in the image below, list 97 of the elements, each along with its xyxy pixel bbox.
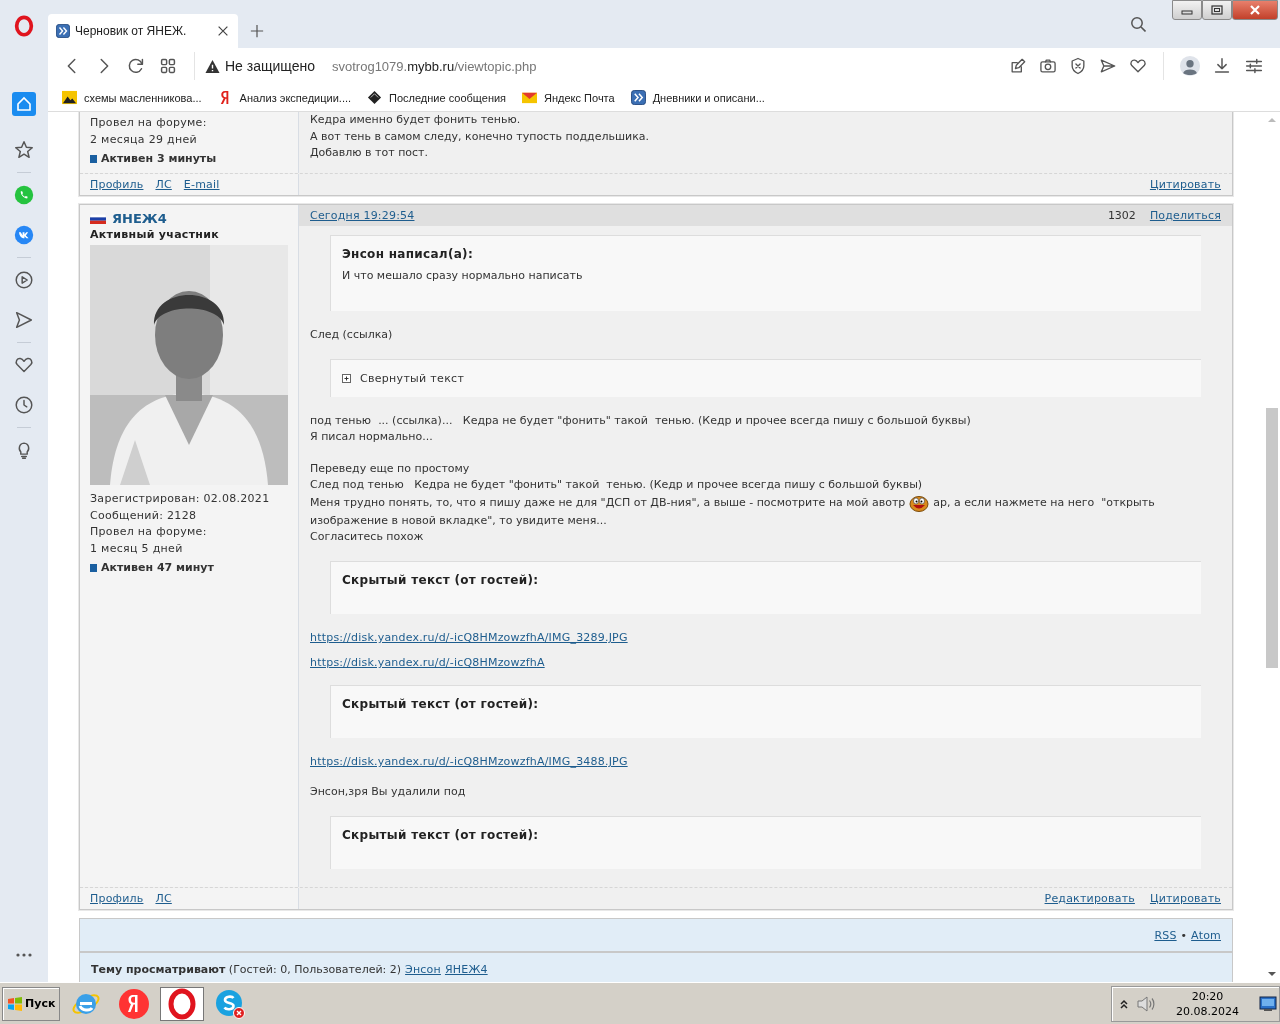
link[interactable]: Цитировать — [1149, 892, 1221, 905]
skype-icon — [214, 987, 247, 1020]
status-marker — [90, 154, 97, 163]
maximize-button[interactable] — [1202, 0, 1232, 20]
smiley-icon — [909, 494, 930, 512]
viewers-text: Тему просматривают (Гостей: 0, Пользователей: 2) — [91, 962, 402, 976]
feed-link[interactable]: RSS — [1154, 928, 1177, 942]
speaker-icon[interactable] — [1136, 993, 1156, 1014]
taskbar-app[interactable] — [160, 986, 205, 1021]
forum-icon — [56, 24, 70, 38]
clock-icon[interactable] — [13, 394, 35, 416]
bookmark[interactable]: схемы масленникова... — [62, 90, 202, 105]
forum-icon — [630, 90, 646, 105]
user-info-text: Сообщений: 2128 — [90, 507, 198, 524]
post-text: Согласитесь похож — [310, 529, 425, 545]
warning-icon — [205, 58, 220, 74]
post-text: Энсон,зря Вы удалили под — [310, 784, 467, 800]
url-text: svotrog1079.mybb.ru/viewtopic.php — [332, 58, 537, 74]
post-text: Кедра именно будет фонить тенью. — [310, 112, 522, 128]
tab-title: Черновик от ЯНЕЖ. — [75, 24, 188, 38]
link[interactable]: E-mail — [183, 178, 220, 191]
activity-status: Активен 3 минуты — [101, 152, 217, 165]
post-text: Добавлю в тот пост. — [310, 145, 429, 161]
post-number: 1302 — [1107, 209, 1136, 222]
share-link[interactable]: Поделиться — [1149, 209, 1221, 222]
user-link[interactable]: ЯНЕЖ4 — [444, 962, 488, 976]
post-text: А вот тень в самом следу, конечно тупость поддельшика. — [310, 128, 651, 145]
post-text: След (ссылка) — [310, 327, 394, 343]
show-desktop-icon[interactable] — [1259, 995, 1277, 1012]
quote-text: И что мешало сразу нормально написать — [342, 269, 584, 282]
diamond-icon — [367, 90, 383, 105]
windows-logo-icon — [7, 995, 23, 1012]
status-marker — [90, 563, 97, 572]
user-info-text: 2 месяца 29 дней — [90, 131, 198, 148]
hidden-text-title: Скрытый текст (от гостей): — [342, 828, 540, 842]
star-icon[interactable] — [13, 139, 35, 161]
close-icon[interactable] — [216, 24, 230, 38]
flag-icon — [90, 213, 106, 224]
expand-icon — [342, 374, 351, 383]
user-info-text: Провел на форуме: — [90, 524, 208, 540]
user-info-text: 1 месяц 5 дней — [90, 540, 184, 557]
bookmark[interactable]: Последние сообщения — [367, 90, 507, 105]
activity-status: Активен 47 минут — [101, 561, 214, 574]
link[interactable]: Редактировать — [1044, 892, 1135, 905]
restore-icon — [1211, 5, 1223, 15]
link[interactable]: ЛС — [155, 178, 172, 191]
home-icon[interactable] — [12, 92, 36, 116]
user-info-text: Провел на форуме: — [90, 115, 208, 131]
more-icon[interactable] — [15, 952, 33, 958]
scroll-thumb[interactable] — [1265, 408, 1278, 668]
quote-title: Энсон написал(а): — [342, 247, 474, 261]
post-text: Меня трудно понять, то, что я пишу даже не для "ДСП от ДВ-ния", а выше - посмотрите на мой авотр — [310, 495, 906, 511]
hidden-text-title: Скрытый текст (от гостей): — [342, 573, 540, 587]
spoiler-box[interactable]: Свернутый текст — [330, 359, 1201, 397]
yandex-icon — [118, 987, 151, 1020]
scroll-up-icon — [1266, 116, 1277, 124]
url-link[interactable]: https://disk.yandex.ru/d/-icQ8HMzowzfhA — [310, 656, 545, 669]
post-text: изображение в новой вкладке", то увидите меня... — [310, 513, 608, 529]
security-warning: Не защищено — [225, 58, 315, 74]
link[interactable]: Профиль — [90, 178, 144, 191]
send-icon[interactable] — [13, 309, 35, 331]
bookmark[interactable]: Яндекс Почта — [522, 90, 615, 105]
url-link[interactable]: https://disk.yandex.ru/d/-icQ8HMzowzfhA/IMG_3488.JPG — [310, 755, 628, 768]
account-icon[interactable] — [1179, 55, 1201, 77]
vk-icon[interactable] — [13, 224, 35, 246]
hidden-text-title: Скрытый текст (от гостей): — [342, 697, 540, 711]
plus-icon[interactable] — [250, 24, 264, 38]
opera-logo-icon[interactable] — [13, 14, 35, 38]
bookmark[interactable]: Анализ экспедиции.... — [217, 90, 352, 105]
post-date-link[interactable]: Сегодня 19:29:54 — [310, 209, 415, 222]
post-text: Я писал нормально... — [310, 429, 434, 445]
scroll-down-icon — [1266, 970, 1277, 978]
user-info-text: Зарегистрирован: 02.08.2021 — [90, 491, 271, 507]
close-icon — [1249, 5, 1261, 15]
link[interactable]: ЛС — [155, 892, 172, 905]
user-rank: Активный участник — [90, 228, 221, 241]
close-window-button[interactable] — [1232, 0, 1278, 20]
user-link[interactable]: Энсон — [405, 962, 441, 976]
envelope-icon — [522, 90, 538, 105]
search-icon[interactable] — [1130, 16, 1146, 32]
post-text: ар, а если нажмете на него "открыть — [933, 495, 1155, 511]
post-text: След под тенью Кедра не будет "фонить" такой тенью. (Кедр и прочее всегда пишу с большой буквы) — [310, 477, 924, 493]
browser-tab[interactable]: Черновик от ЯНЕЖ. — [48, 14, 238, 48]
address-bar[interactable]: Не защищено svotrog1079.mybb.ru/viewtopic.php — [205, 58, 1003, 74]
link[interactable]: Цитировать — [1149, 178, 1221, 191]
image-icon — [62, 90, 77, 105]
bookmark[interactable]: Дневники и описани... — [630, 90, 765, 105]
start-button[interactable]: Пуск — [2, 986, 61, 1021]
separator-dot: • — [1180, 928, 1188, 942]
link[interactable]: Профиль — [90, 892, 144, 905]
play-circle-icon[interactable] — [13, 269, 35, 291]
author-name[interactable]: ЯНЕЖ4 — [112, 211, 167, 226]
chevron-up-icon[interactable] — [1120, 998, 1128, 1009]
post-text: под тенью ... (ссылка)... Кедра не будет "фонить" такой тенью. (Кедр и прочее всегда пишу с большой буквы) — [310, 413, 972, 429]
post-text: Переведу еще по простому — [310, 461, 471, 477]
url-link[interactable]: https://disk.yandex.ru/d/-icQ8HMzowzfhA/IMG_3289.JPG — [310, 631, 628, 644]
feed-link[interactable]: Atom — [1191, 928, 1221, 942]
